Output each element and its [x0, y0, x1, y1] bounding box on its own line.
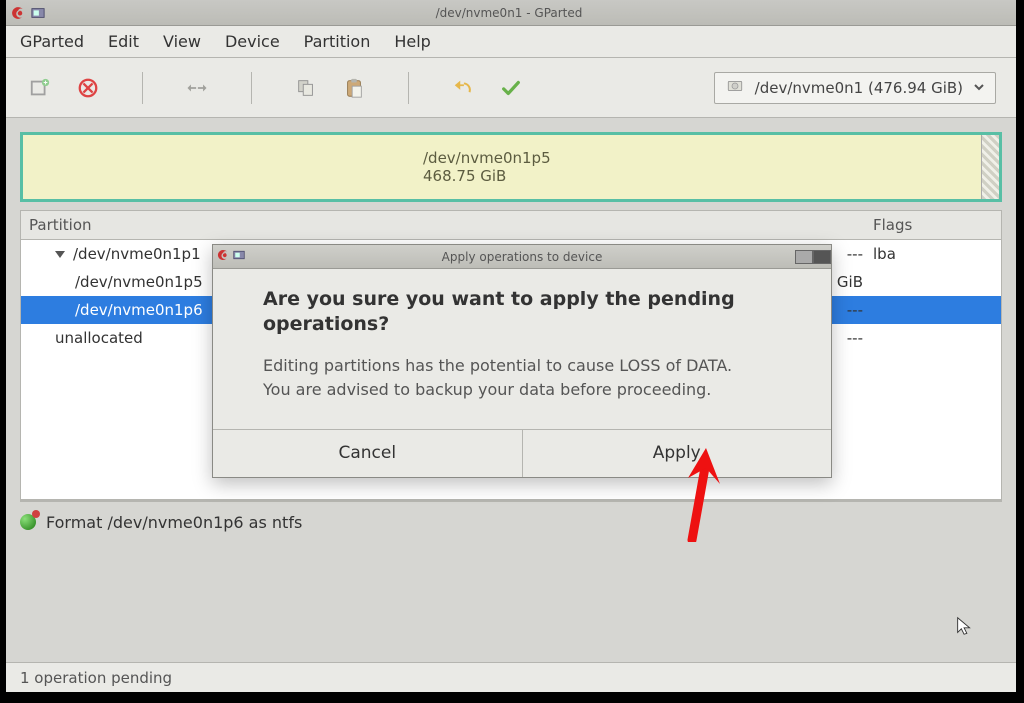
dialog-heading: Are you sure you want to apply the pendi… [263, 287, 791, 336]
window-maximize-icon[interactable] [813, 250, 831, 264]
partition-name: unallocated [55, 329, 143, 347]
dialog-title: Apply operations to device [249, 250, 795, 264]
row-flags: lba [873, 245, 993, 263]
gparted-app-icon [30, 5, 46, 21]
debian-swirl-icon [10, 5, 26, 21]
column-partition[interactable]: Partition [29, 216, 219, 234]
apply-button[interactable]: Apply [523, 430, 832, 477]
toolbar-separator [408, 72, 409, 104]
disk-map-partition-name: /dev/nvme0n1p5 [423, 149, 981, 167]
copy-icon[interactable] [292, 74, 320, 102]
dialog-titlebar: Apply operations to device [213, 245, 831, 269]
apply-operations-dialog: Apply operations to device Are you sure … [212, 244, 832, 478]
gparted-app-icon [233, 249, 245, 264]
partition-list-header: Partition Flags [20, 210, 1002, 240]
menu-help[interactable]: Help [394, 32, 430, 51]
disk-icon [725, 77, 745, 99]
pending-operation-text: Format /dev/nvme0n1p6 as ntfs [46, 513, 302, 532]
window-titlebar: /dev/nvme0n1 - GParted [6, 0, 1016, 26]
expander-icon[interactable] [55, 251, 65, 258]
pending-operation[interactable]: Format /dev/nvme0n1p6 as ntfs [20, 506, 1002, 538]
apply-check-icon[interactable] [497, 74, 525, 102]
disk-map-partition-size: 468.75 GiB [423, 167, 981, 185]
debian-swirl-icon [217, 249, 229, 264]
paste-icon[interactable] [340, 74, 368, 102]
undo-icon[interactable] [449, 74, 477, 102]
toolbar-separator [142, 72, 143, 104]
menu-partition[interactable]: Partition [304, 32, 371, 51]
disk-selector[interactable]: /dev/nvme0n1 (476.94 GiB) [714, 72, 996, 104]
column-flags[interactable]: Flags [873, 216, 993, 234]
cancel-button[interactable]: Cancel [213, 430, 523, 477]
disk-map-main-partition[interactable]: /dev/nvme0n1p5 468.75 GiB [23, 135, 981, 199]
menu-bar: GParted Edit View Device Partition Help [6, 26, 1016, 58]
window-title: /dev/nvme0n1 - GParted [46, 6, 972, 20]
status-bar: 1 operation pending [6, 662, 1016, 692]
resize-move-icon[interactable] [183, 74, 211, 102]
toolbar-separator [251, 72, 252, 104]
dialog-message-line: Editing partitions has the potential to … [263, 354, 791, 377]
status-text: 1 operation pending [20, 669, 172, 687]
disk-map[interactable]: /dev/nvme0n1p5 468.75 GiB [20, 132, 1002, 202]
toolbar: /dev/nvme0n1 (476.94 GiB) [6, 58, 1016, 118]
menu-gparted[interactable]: GParted [20, 32, 84, 51]
chevron-down-icon [973, 79, 985, 97]
separator [20, 500, 1002, 502]
new-partition-icon[interactable] [26, 74, 54, 102]
disk-selector-label: /dev/nvme0n1 (476.94 GiB) [755, 79, 963, 97]
dialog-message-line: You are advised to backup your data befo… [263, 378, 791, 401]
pending-operation-icon [20, 514, 36, 530]
delete-partition-icon[interactable] [74, 74, 102, 102]
partition-name: /dev/nvme0n1p1 [73, 245, 201, 263]
menu-view[interactable]: View [163, 32, 201, 51]
partition-name: /dev/nvme0n1p6 [75, 301, 203, 319]
menu-device[interactable]: Device [225, 32, 280, 51]
mouse-cursor-icon [954, 615, 976, 642]
menu-edit[interactable]: Edit [108, 32, 139, 51]
partition-name: /dev/nvme0n1p5 [75, 273, 203, 291]
disk-map-tail-partition[interactable] [981, 135, 999, 199]
window-minimize-icon[interactable] [795, 250, 813, 264]
